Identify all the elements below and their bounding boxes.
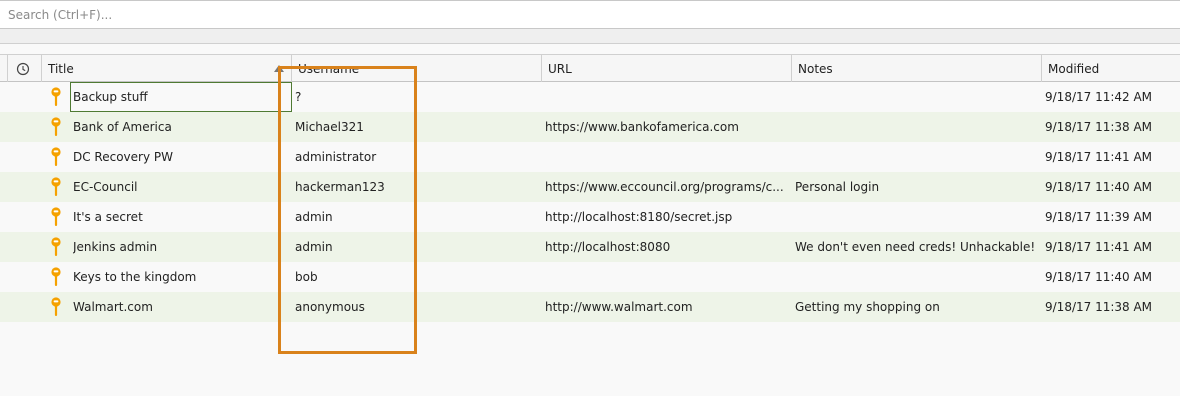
username-column-highlight <box>278 66 417 354</box>
entry-modified: 9/18/17 11:40 AM <box>1045 180 1153 194</box>
entry-url <box>545 262 789 292</box>
column-header-url[interactable]: URL <box>541 55 792 82</box>
key-icon <box>51 177 61 196</box>
entry-notes: We don't even need creds! Unhackable! <box>795 240 1036 254</box>
entry-notes <box>795 202 1039 232</box>
entry-title: Keys to the kingdom <box>73 270 197 284</box>
table-row[interactable]: Keys to the kingdom bob 9/18/17 11:40 AM <box>0 262 1180 292</box>
entry-modified: 9/18/17 11:41 AM <box>1045 240 1153 254</box>
table-header: Title Username URL Notes Modified <box>0 54 1180 82</box>
entry-modified: 9/18/17 11:42 AM <box>1045 90 1153 104</box>
table-row[interactable]: EC-Council hackerman123 https://www.ecco… <box>0 172 1180 202</box>
entry-title: DC Recovery PW <box>73 150 173 164</box>
table-row[interactable]: DC Recovery PW administrator 9/18/17 11:… <box>0 142 1180 172</box>
entry-modified: 9/18/17 11:38 AM <box>1045 300 1153 314</box>
entry-notes <box>795 112 1039 142</box>
clock-icon <box>16 62 30 76</box>
table-row[interactable]: It's a secret admin http://localhost:818… <box>0 202 1180 232</box>
entry-title: It's a secret <box>73 210 143 224</box>
entry-url: http://www.walmart.com <box>545 300 693 314</box>
spacer <box>0 44 1180 54</box>
search-bar <box>0 0 1180 29</box>
entry-notes: Personal login <box>795 180 880 194</box>
entry-title: Walmart.com <box>73 300 153 314</box>
search-input[interactable] <box>0 1 1180 28</box>
key-icon <box>51 267 61 286</box>
entry-title: Jenkins admin <box>73 240 158 254</box>
table-row[interactable]: Backup stuff ? 9/18/17 11:42 AM <box>0 82 1180 112</box>
entry-notes <box>795 82 1039 112</box>
entry-title: Bank of America <box>73 120 172 134</box>
entry-url: https://www.eccouncil.org/programs/c... <box>545 180 784 194</box>
column-header-history[interactable] <box>7 55 42 82</box>
key-icon <box>51 87 61 106</box>
entry-modified: 9/18/17 11:40 AM <box>1045 270 1153 284</box>
entry-notes <box>795 142 1039 172</box>
entry-notes: Getting my shopping on <box>795 300 940 314</box>
entry-modified: 9/18/17 11:41 AM <box>1045 150 1153 164</box>
column-header-title[interactable]: Title <box>41 55 292 82</box>
entry-modified: 9/18/17 11:38 AM <box>1045 120 1153 134</box>
key-icon <box>51 117 61 136</box>
table-row[interactable]: Jenkins admin admin http://localhost:808… <box>0 232 1180 262</box>
toolbar-strip <box>0 29 1180 44</box>
table-row[interactable]: Bank of America Michael321 https://www.b… <box>0 112 1180 142</box>
entry-url: http://localhost:8080 <box>545 240 671 254</box>
table-row[interactable]: Walmart.com anonymous http://www.walmart… <box>0 292 1180 322</box>
column-header-notes[interactable]: Notes <box>791 55 1042 82</box>
entry-url: https://www.bankofamerica.com <box>545 120 739 134</box>
key-icon <box>51 207 61 226</box>
cell-edit-focus[interactable] <box>70 82 292 112</box>
entry-url <box>545 142 789 172</box>
entry-notes <box>795 262 1039 292</box>
key-icon <box>51 237 61 256</box>
entry-url <box>545 82 789 112</box>
entry-url: http://localhost:8180/secret.jsp <box>545 210 733 224</box>
entry-modified: 9/18/17 11:39 AM <box>1045 210 1153 224</box>
key-icon <box>51 297 61 316</box>
entry-title: EC-Council <box>73 180 138 194</box>
column-header-modified[interactable]: Modified <box>1041 55 1180 82</box>
key-icon <box>51 147 61 166</box>
